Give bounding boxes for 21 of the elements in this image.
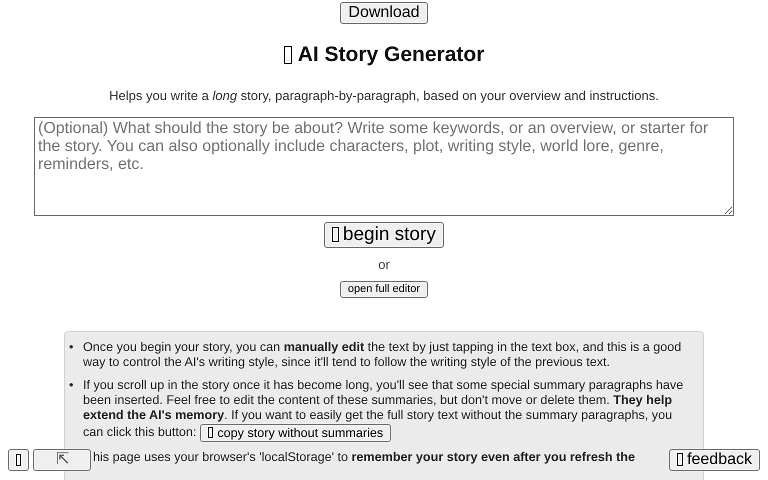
feedback-button[interactable]: feedback bbox=[669, 448, 760, 471]
download-button[interactable]: Download bbox=[340, 2, 428, 24]
bullet-marker: • bbox=[69, 378, 74, 394]
glyph-box-icon bbox=[208, 427, 214, 438]
note-text: his page uses your browser's 'localStorage' to remember your story even after you refresh the bbox=[93, 450, 635, 464]
overview-field[interactable]: (Optional) What should the story be about? Write some keywords, or an overview, or starter for the story. You can also optionally include characters, plot, writing style, world lore, genre, reminders, etc. bbox=[34, 117, 734, 216]
glyph-button[interactable] bbox=[8, 449, 30, 471]
copy-story-button[interactable]: copy story without summaries bbox=[200, 424, 392, 442]
bullet-marker: • bbox=[69, 340, 74, 356]
scroll-top-button[interactable]: ⇱ bbox=[33, 449, 92, 471]
open-full-editor-button[interactable]: open full editor bbox=[340, 280, 428, 298]
subtitle: Helps you write a long story, paragraph-by-paragraph, based on your overview and instructions. bbox=[109, 88, 659, 104]
glyph-box-icon bbox=[677, 453, 684, 466]
note-text: Once you begin your story, you can manually edit the text by just tapping in the text box, and this is a good way to control the AI's writing style, since it'll tend to follow the writing style of the previous text. bbox=[83, 340, 682, 369]
glyph-box-icon bbox=[16, 454, 22, 466]
glyph-box-icon bbox=[332, 227, 339, 242]
page-title: AI Story Generator bbox=[284, 43, 484, 68]
or-separator: or bbox=[378, 256, 390, 272]
begin-story-button[interactable]: begin story bbox=[324, 222, 444, 248]
glyph-box-icon bbox=[284, 46, 292, 64]
note-text: can click this button: bbox=[83, 425, 196, 440]
